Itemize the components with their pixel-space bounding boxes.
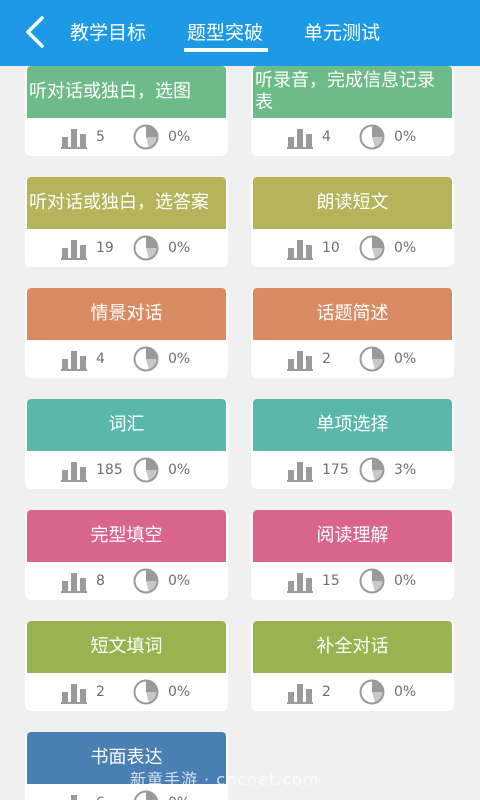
bar-chart-icon: [287, 573, 313, 593]
pie-chart-icon: [133, 568, 159, 594]
card-stats: 185 0%: [25, 451, 228, 489]
card-title: 情景对话: [27, 288, 226, 340]
question-count: 4: [322, 129, 331, 145]
question-count: 10: [322, 240, 340, 256]
bar-chart-icon: [287, 129, 313, 149]
question-count: 2: [96, 684, 105, 700]
pie-chart-icon: [133, 235, 159, 261]
card-title: 听对话或独白，选答案: [27, 177, 226, 229]
question-count: 8: [96, 573, 105, 589]
question-count: 6: [96, 793, 105, 800]
bar-chart-icon: [61, 462, 87, 482]
bar-chart-icon: [61, 684, 87, 704]
question-type-card[interactable]: 补全对话 2 0%: [251, 621, 454, 711]
accuracy-percent: 0%: [394, 573, 417, 589]
question-type-card[interactable]: 情景对话 4 0%: [25, 288, 228, 378]
question-count: 5: [96, 129, 105, 145]
accuracy-percent: 0%: [168, 240, 191, 256]
question-type-card[interactable]: 词汇 185 0%: [25, 399, 228, 489]
pie-chart-icon: [359, 124, 385, 150]
card-stats: 19 0%: [25, 229, 228, 267]
card-stats: 2 0%: [251, 340, 454, 378]
tab-question-types[interactable]: 题型突破: [187, 20, 263, 46]
question-type-card[interactable]: 话题简述 2 0%: [251, 288, 454, 378]
question-count: 2: [322, 684, 331, 700]
question-type-card[interactable]: 短文填词 2 0%: [25, 621, 228, 711]
bar-chart-icon: [287, 462, 313, 482]
accuracy-percent: 0%: [168, 129, 191, 145]
card-stats: 175 3%: [251, 451, 454, 489]
bar-chart-icon: [61, 351, 87, 371]
card-title: 话题简述: [253, 288, 452, 340]
pie-chart-icon: [133, 790, 159, 800]
card-stats: 5 0%: [25, 118, 228, 156]
card-title: 完型填空: [27, 510, 226, 562]
pie-chart-icon: [359, 346, 385, 372]
question-type-card[interactable]: 听录音，完成信息记录表 4 0%: [251, 66, 454, 156]
pie-chart-icon: [133, 124, 159, 150]
accuracy-percent: 0%: [394, 240, 417, 256]
card-title: 朗读短文: [253, 177, 452, 229]
accuracy-percent: 0%: [394, 351, 417, 367]
card-stats: 2 0%: [25, 673, 228, 711]
back-button[interactable]: [22, 15, 52, 49]
accuracy-percent: 0%: [394, 129, 417, 145]
question-type-card[interactable]: 完型填空 8 0%: [25, 510, 228, 600]
card-title: 听对话或独白，选图: [27, 66, 226, 118]
card-stats: 15 0%: [251, 562, 454, 600]
question-type-card[interactable]: 阅读理解 15 0%: [251, 510, 454, 600]
tab-unit-test[interactable]: 单元测试: [304, 20, 380, 46]
question-type-card[interactable]: 朗读短文 10 0%: [251, 177, 454, 267]
accuracy-percent: 0%: [168, 573, 191, 589]
pie-chart-icon: [133, 346, 159, 372]
card-title: 听录音，完成信息记录表: [253, 66, 452, 118]
question-count: 185: [96, 462, 123, 478]
pie-chart-icon: [359, 457, 385, 483]
card-title: 阅读理解: [253, 510, 452, 562]
question-type-card[interactable]: 听对话或独白，选答案 19 0%: [25, 177, 228, 267]
question-count: 19: [96, 240, 114, 256]
bar-chart-icon: [287, 240, 313, 260]
pie-chart-icon: [133, 457, 159, 483]
top-bar: 教学目标 题型突破 单元测试: [0, 0, 480, 66]
card-stats: 8 0%: [25, 562, 228, 600]
accuracy-percent: 0%: [168, 684, 191, 700]
question-count: 2: [322, 351, 331, 367]
tab-teaching-goals[interactable]: 教学目标: [70, 20, 146, 46]
accuracy-percent: 0%: [168, 351, 191, 367]
accuracy-percent: 0%: [168, 793, 190, 800]
pie-chart-icon: [359, 679, 385, 705]
question-type-card[interactable]: 听对话或独白，选图 5 0%: [25, 66, 228, 156]
bar-chart-icon: [71, 795, 77, 800]
card-stats: 2 0%: [251, 673, 454, 711]
pie-chart-icon: [133, 679, 159, 705]
accuracy-percent: 0%: [394, 684, 417, 700]
card-stats: 10 0%: [251, 229, 454, 267]
bar-chart-icon: [287, 684, 313, 704]
active-tab-indicator: [184, 48, 268, 52]
question-count: 175: [322, 462, 349, 478]
card-title: 短文填词: [27, 621, 226, 673]
card-stats: 4 0%: [25, 340, 228, 378]
question-type-card[interactable]: 单项选择 175 3%: [251, 399, 454, 489]
accuracy-percent: 0%: [168, 462, 191, 478]
card-title: 补全对话: [253, 621, 452, 673]
question-count: 4: [96, 351, 105, 367]
bar-chart-icon: [61, 573, 87, 593]
bar-chart-icon: [61, 240, 87, 260]
card-title: 词汇: [27, 399, 226, 451]
accuracy-percent: 3%: [394, 462, 417, 478]
watermark: 新童手游 · cncnet.com: [130, 770, 320, 789]
question-count: 15: [322, 573, 340, 589]
chevron-left-icon: [26, 16, 44, 48]
bar-chart-icon: [287, 351, 313, 371]
card-stats: 4 0%: [251, 118, 454, 156]
bar-chart-icon: [61, 129, 87, 149]
card-title: 单项选择: [253, 399, 452, 451]
pie-chart-icon: [359, 568, 385, 594]
pie-chart-icon: [359, 235, 385, 261]
